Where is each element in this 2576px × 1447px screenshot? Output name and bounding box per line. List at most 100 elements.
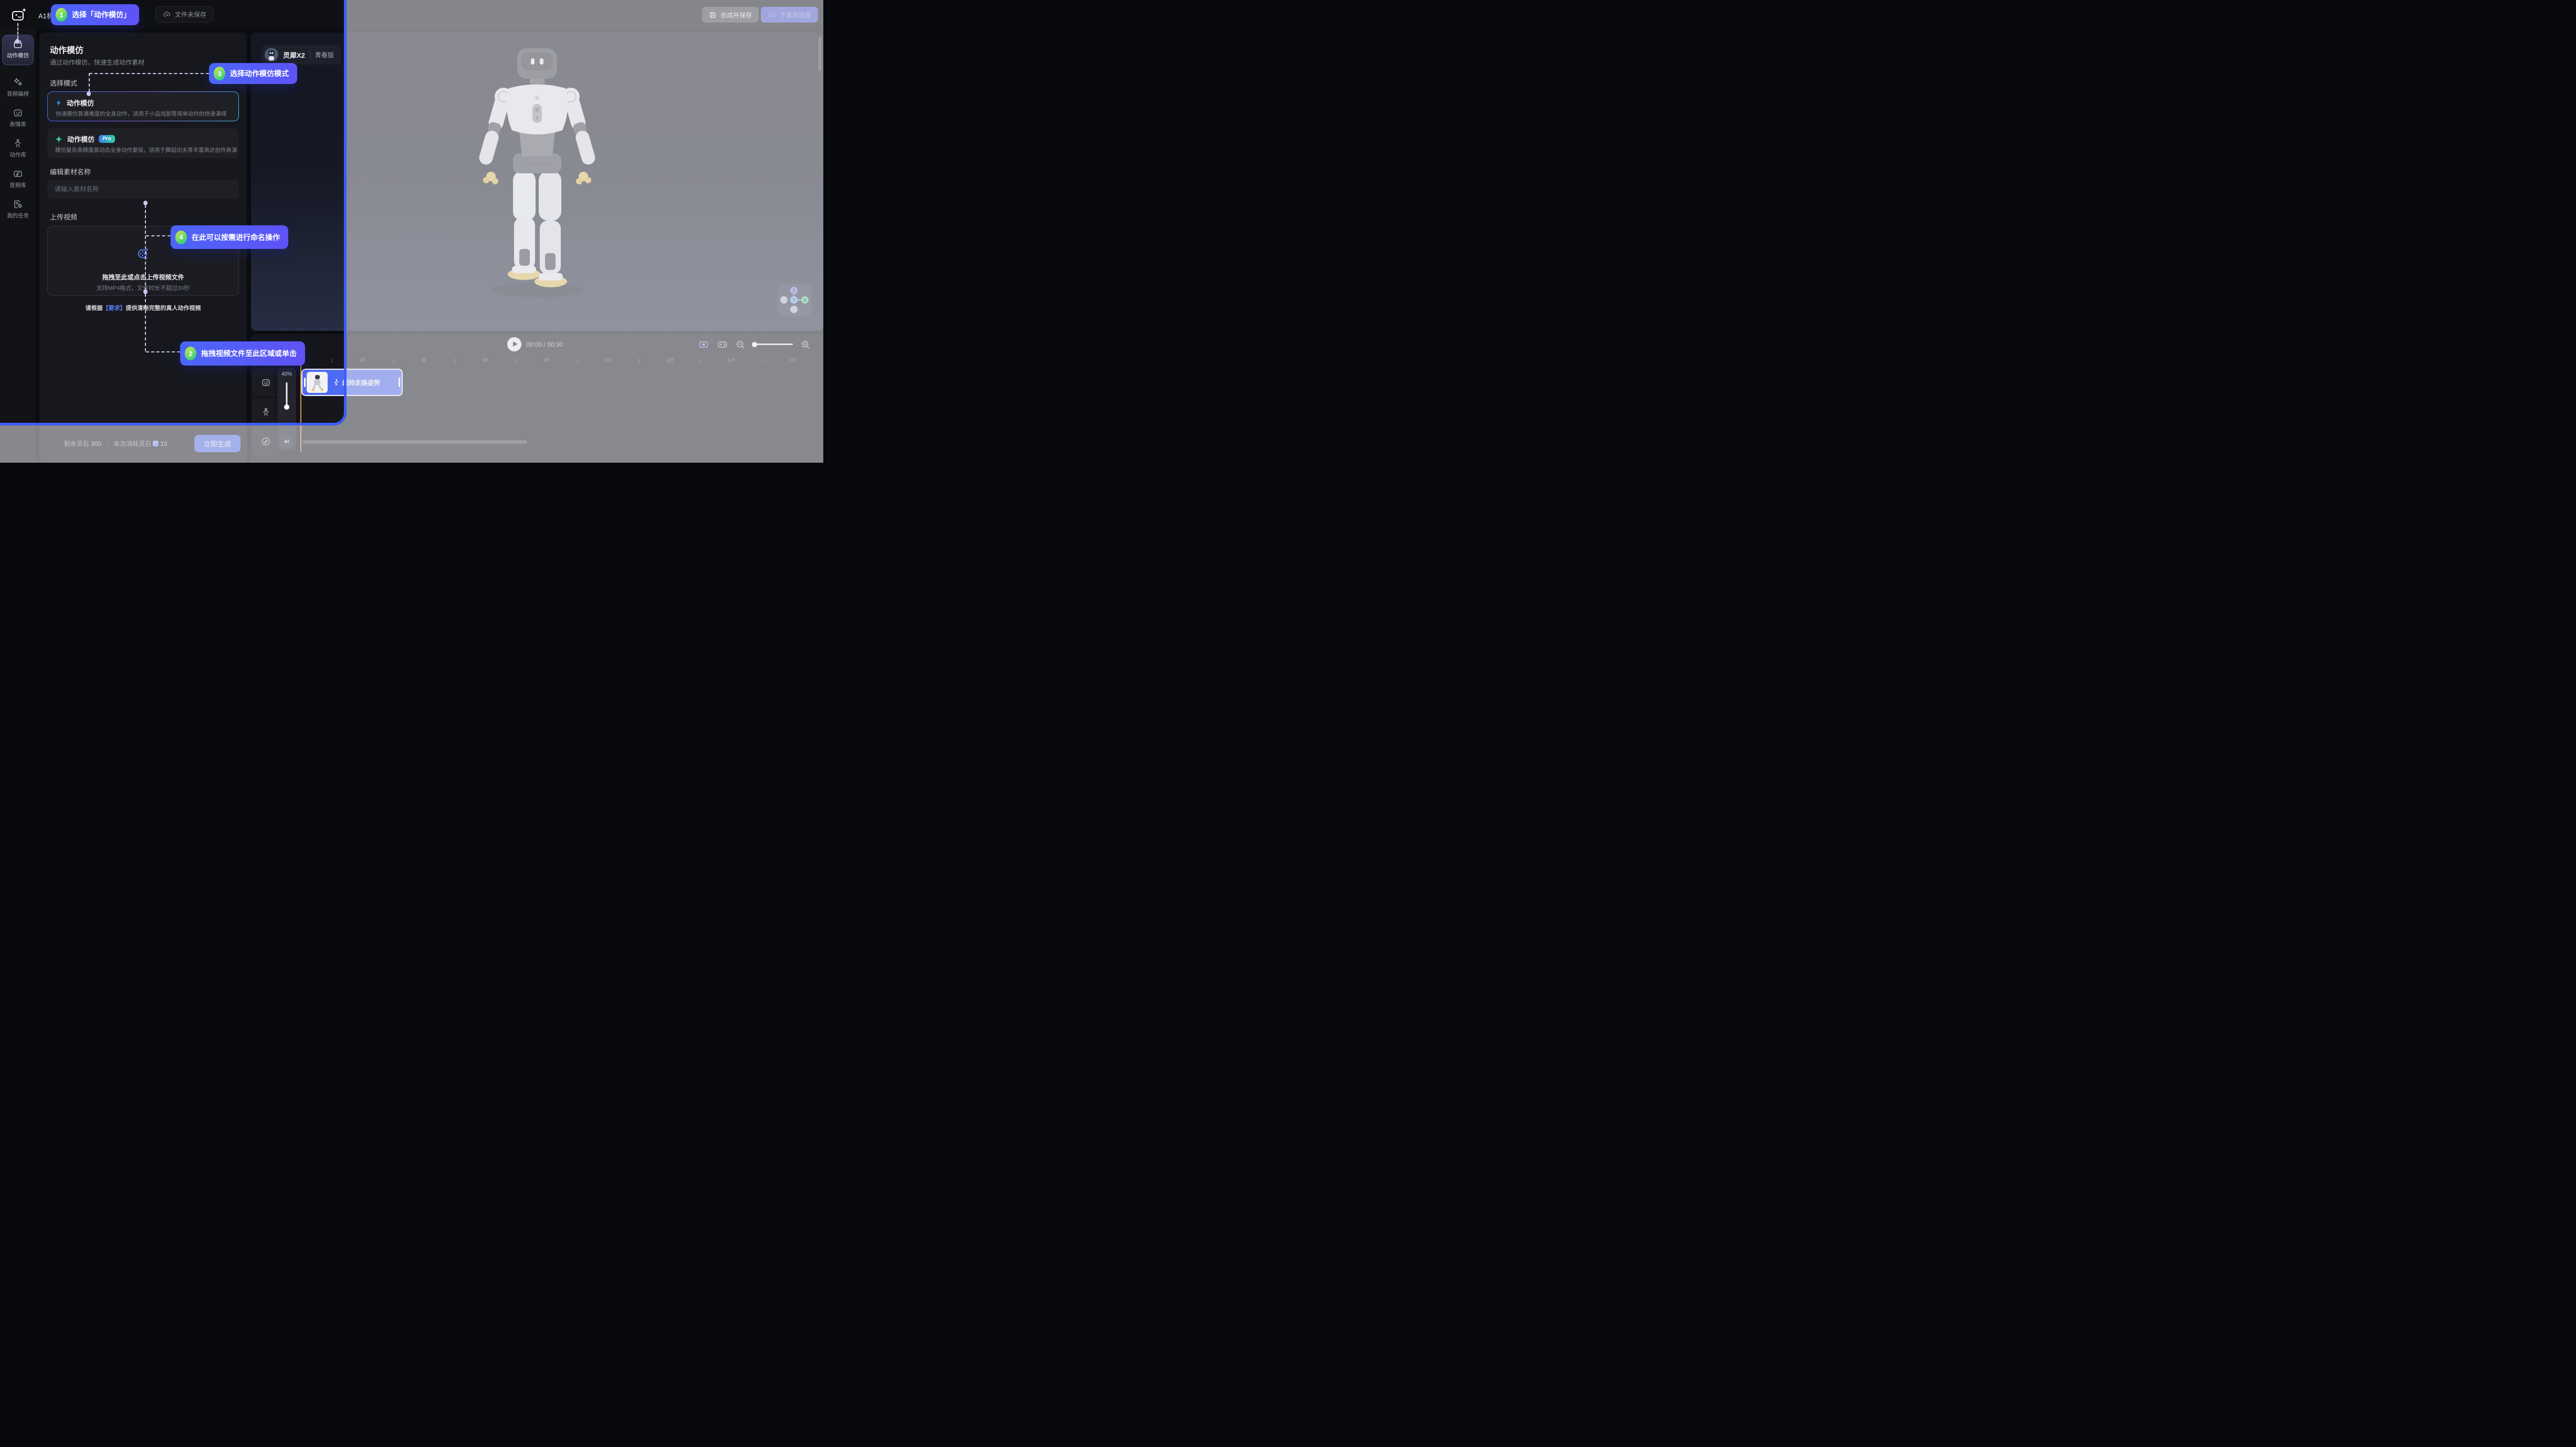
ruler-tick: [639, 358, 640, 363]
fit-width-icon[interactable]: [717, 339, 728, 350]
walking-person-icon: [332, 379, 340, 386]
app-window: A1机 文件未保存 合成并保存 下发到设备 动作模仿 音频编排 表情库: [0, 0, 823, 463]
viewport-scrollbar[interactable]: [819, 37, 821, 71]
person-icon: [13, 138, 23, 149]
sidebar-item-label: 表情库: [9, 120, 26, 128]
save-button-label: 合成并保存: [720, 11, 752, 19]
note-suffix: 提供清晰完整的真人动作视频: [126, 305, 201, 311]
gem-icon: [153, 441, 159, 446]
sidebar-item-motion-library[interactable]: 动作库: [2, 134, 34, 159]
ruler-label: 12f: [666, 358, 673, 363]
mode-card-standard[interactable]: 动作模仿 快速模仿普通难度的全身动作，适用于小品戏剧等简单动作的快速演绎: [47, 91, 239, 121]
generate-button[interactable]: 立即生成: [194, 435, 240, 452]
save-button[interactable]: 合成并保存: [702, 7, 759, 23]
speaker-icon: [283, 438, 291, 445]
deploy-button[interactable]: 下发到设备: [761, 7, 818, 23]
tour-connector: [145, 294, 146, 351]
cloud-unsaved-icon: [163, 11, 171, 19]
mode-card-pro[interactable]: 动作模仿 Pro 模仿复杂高精度高动态全身动作复现，适用于舞蹈功夫等丰富表达创作…: [47, 128, 239, 158]
zoom-out-icon[interactable]: [735, 339, 746, 350]
clip-trim-left-handle[interactable]: [304, 378, 306, 387]
requirements-link[interactable]: 【要求】: [103, 305, 126, 311]
step-number-badge: 3: [214, 67, 225, 80]
remaining-credits: 剩余灵石 300: [64, 439, 101, 448]
music-library-icon: [13, 169, 23, 179]
model-edition: 青春版: [315, 50, 334, 59]
name-section-label: 编辑素材名称: [50, 166, 91, 176]
four-point-star-icon: [55, 135, 63, 143]
mode-desc: 模仿复杂高精度高动态全身动作复现，适用于舞蹈功夫等丰富表达创作表演: [55, 146, 237, 154]
volume-popup: 40%: [277, 368, 296, 451]
ruler-label: 16f: [789, 358, 796, 363]
timeline-panel: 00:00 / 00:30 2f 4f 6f 8f 10f 12f 14f 16…: [251, 334, 823, 463]
sidebar-item-expression-library[interactable]: 表情库: [2, 104, 34, 128]
file-status-label: 文件未保存: [175, 10, 206, 19]
clip-thumbnail: [307, 372, 328, 393]
ruler-tick: [700, 358, 701, 363]
music-track-icon: [261, 436, 271, 446]
sidebar-item-my-tasks[interactable]: 我的任务: [2, 195, 34, 220]
tour-anchor-dot: [15, 39, 19, 44]
tour-step-1: 1 选择「动作模仿」: [51, 4, 139, 25]
volume-slider-thumb[interactable]: [284, 404, 289, 410]
timeline-clip[interactable]: 超帅走路姿势: [301, 369, 403, 396]
tour-connector: [146, 235, 171, 236]
expression-track-button[interactable]: [252, 369, 279, 396]
time-display: 00:00 / 00:30: [526, 341, 563, 348]
floor-grid: [251, 328, 823, 331]
robot-deploy-icon: [768, 11, 776, 19]
axis-y-handle[interactable]: Y: [790, 296, 798, 304]
cost-credits: 本次消耗灵石10: [113, 439, 167, 448]
playhead[interactable]: [300, 358, 301, 452]
ruler-label: 2f: [360, 358, 364, 363]
tour-step-2: 2 拖拽视频文件至此区域或单击: [180, 341, 305, 366]
model-avatar: [265, 48, 278, 61]
lightning-icon: [55, 99, 62, 107]
save-icon: [709, 11, 717, 19]
axis-neg-z-handle[interactable]: [790, 306, 798, 313]
note-prefix: 请根据: [86, 305, 103, 311]
mode-name: 动作模仿: [67, 98, 94, 108]
music-track-button[interactable]: [252, 428, 279, 455]
step-number-badge: 4: [175, 231, 187, 244]
tour-connector: [89, 73, 90, 92]
timeline-scrollbar[interactable]: [302, 440, 527, 444]
sidebar-item-label: 动作模仿: [7, 51, 29, 59]
sidebar-item-audio-arrange[interactable]: 音频编排: [2, 74, 34, 98]
timeline-zoom-slider[interactable]: [753, 343, 793, 345]
expression-track-icon: [261, 378, 271, 388]
upload-section-label: 上传视频: [50, 212, 77, 222]
mode-name: 动作模仿: [67, 134, 95, 144]
track-view-icon[interactable]: [698, 339, 709, 350]
pro-badge: Pro: [99, 135, 115, 143]
axis-x-handle[interactable]: X: [801, 296, 809, 304]
credits-row: 剩余灵石 300 | 本次消耗灵石10: [39, 435, 192, 452]
motion-track-button[interactable]: [252, 398, 279, 425]
tasks-icon: [13, 199, 23, 210]
play-button[interactable]: [507, 337, 521, 351]
film-reel-icon: [137, 246, 150, 260]
zoom-slider-thumb[interactable]: [752, 342, 757, 347]
ruler-label: 6f: [483, 358, 487, 363]
clip-trim-right-handle[interactable]: [399, 378, 400, 387]
ruler-label: 10f: [604, 358, 612, 363]
axis-z-handle[interactable]: Z: [790, 287, 798, 294]
viewport-3d[interactable]: 灵犀X2 青春版 Z Y X: [251, 33, 823, 331]
tour-anchor-dot: [87, 91, 91, 96]
tour-connector: [17, 23, 18, 39]
zoom-in-icon[interactable]: [800, 339, 811, 350]
volume-slider[interactable]: [286, 382, 288, 407]
tour-connector: [89, 73, 209, 74]
material-name-input[interactable]: [47, 180, 239, 199]
speaker-button[interactable]: [279, 435, 294, 447]
sidebar-item-label: 音频库: [9, 181, 26, 189]
sidebar-item-label: 我的任务: [7, 212, 29, 220]
sidebar-item-label: 音频编排: [7, 90, 29, 98]
upload-note: 请根据【要求】提供清晰完整的真人动作视频: [39, 304, 247, 312]
panel-subtitle: 通过动作模仿，快速生成动作素材: [50, 58, 144, 67]
sidebar-item-audio-library[interactable]: 音频库: [2, 165, 34, 189]
axis-neg-x-handle[interactable]: [780, 296, 788, 304]
tour-connector: [145, 205, 146, 290]
ruler-label: 4f: [422, 358, 426, 363]
clip-label: 超帅走路姿势: [342, 378, 380, 387]
